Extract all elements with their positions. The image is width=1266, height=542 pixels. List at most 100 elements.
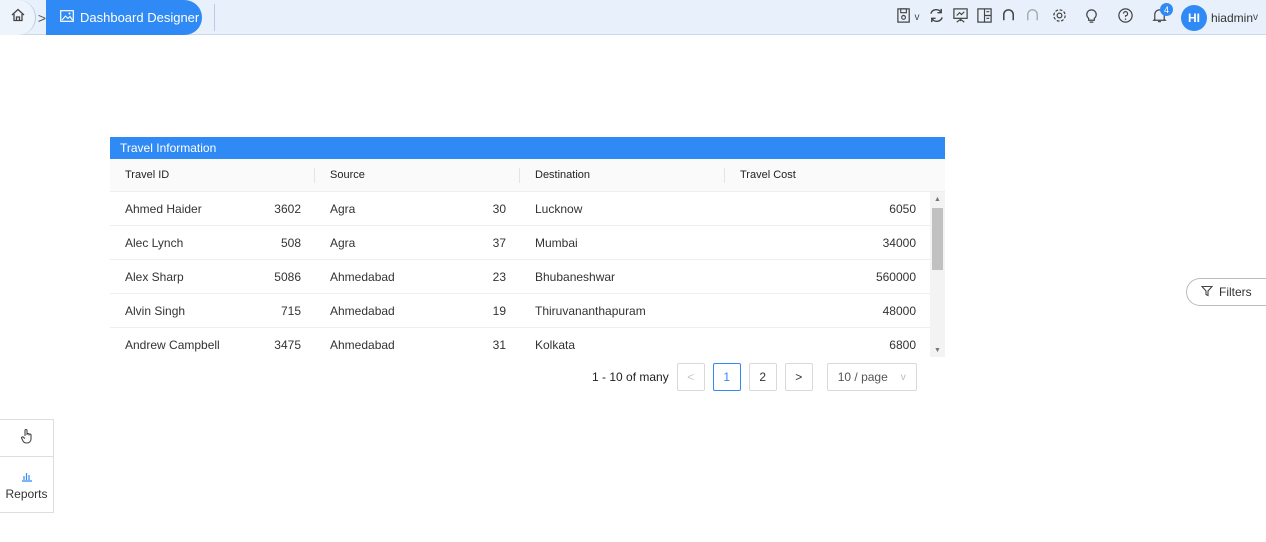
travel-information-widget: Travel Information Travel ID Source Dest… [110, 137, 945, 357]
save-dropdown-button[interactable]: v [891, 0, 925, 35]
layout-icon [976, 7, 993, 28]
traveler-name: Alex Sharp [125, 269, 184, 284]
refresh-icon [928, 7, 945, 28]
chevron-down-icon: v [914, 12, 920, 23]
help-icon [1117, 7, 1134, 28]
scroll-down-arrow-icon[interactable]: ▼ [930, 343, 945, 357]
traveler-name: Alvin Singh [125, 303, 186, 318]
redo-button[interactable] [1021, 0, 1045, 35]
help-button[interactable] [1109, 0, 1143, 35]
filters-button[interactable]: Filters [1186, 278, 1266, 306]
bar-chart-icon [21, 470, 33, 485]
avatar: HI [1180, 4, 1207, 31]
travel-id: 3475 [274, 337, 301, 352]
page-2-button[interactable]: 2 [748, 363, 777, 391]
lightbulb-icon [1083, 7, 1100, 28]
interaction-button[interactable] [0, 420, 53, 457]
destination: Mumbai [535, 235, 578, 250]
column-header-travel-id[interactable]: Travel ID [110, 159, 315, 192]
page-1-button[interactable]: 1 [712, 363, 741, 391]
source: Ahmedabad [330, 269, 395, 284]
hand-pointer-icon [20, 428, 34, 449]
table-body: Ahmed Haider 3602 Agra 30 Lucknow 6050 A… [110, 192, 945, 357]
gear-icon [1051, 7, 1068, 28]
reports-label: Reports [5, 486, 48, 501]
breadcrumb-label: Dashboard Designer [80, 10, 200, 25]
travel-id: 3602 [274, 201, 301, 216]
chevron-down-icon: v [1253, 12, 1258, 23]
chevron-left-icon: < [687, 370, 695, 384]
pagination: 1 - 10 of many < 1 2 > 10 / page v [592, 362, 917, 392]
travel-cost: 560000 [875, 269, 916, 284]
source-number: 37 [492, 235, 506, 250]
column-header-destination[interactable]: Destination [520, 159, 725, 192]
breadcrumb-dashboard-designer[interactable]: Dashboard Designer [46, 0, 202, 35]
widget-title: Travel Information [110, 137, 945, 159]
chevron-down-icon: v [900, 371, 906, 383]
save-icon [896, 7, 913, 28]
travel-cost: 6800 [889, 337, 916, 352]
column-header-source[interactable]: Source [315, 159, 520, 192]
ideas-button[interactable] [1075, 0, 1109, 35]
chevron-right-icon: > [37, 9, 47, 26]
travel-cost: 6050 [889, 201, 916, 216]
next-page-button[interactable]: > [784, 363, 813, 391]
presentation-icon [952, 7, 969, 28]
table-row[interactable]: Andrew Campbell 3475 Ahmedabad 31 Kolkat… [110, 328, 945, 357]
undo-icon [1000, 7, 1017, 28]
table-scrollbar[interactable]: ▲ ▼ [930, 192, 945, 357]
scroll-up-arrow-icon[interactable]: ▲ [930, 192, 945, 206]
source-number: 30 [492, 201, 506, 216]
layout-button[interactable] [973, 0, 997, 35]
left-tool-panel: Reports [0, 419, 54, 513]
filters-label: Filters [1219, 285, 1252, 299]
settings-button[interactable] [1045, 0, 1075, 35]
traveler-name: Ahmed Haider [125, 201, 202, 216]
undo-button[interactable] [997, 0, 1021, 35]
table-row[interactable]: Alec Lynch 508 Agra 37 Mumbai 34000 [110, 226, 945, 260]
destination: Thiruvananthapuram [535, 303, 646, 318]
presentation-button[interactable] [949, 0, 973, 35]
user-menu[interactable]: HI hiadmin v [1177, 0, 1266, 35]
redo-icon [1024, 7, 1041, 28]
source: Agra [330, 201, 356, 216]
destination: Bhubaneshwar [535, 269, 616, 284]
scrollbar-thumb[interactable] [932, 208, 943, 270]
notification-badge: 4 [1159, 3, 1173, 16]
filter-icon [1200, 285, 1214, 300]
source-number: 31 [492, 337, 506, 352]
column-header-travel-cost[interactable]: Travel Cost [725, 159, 930, 192]
source: Ahmedabad [330, 303, 395, 318]
notifications-button[interactable]: 4 [1143, 0, 1177, 35]
top-bar: > Dashboard Designer v 4 HI hiadmin v [0, 0, 1266, 35]
page-size-value: 10 / page [837, 370, 888, 384]
chevron-right-icon: > [795, 370, 803, 384]
prev-page-button[interactable]: < [676, 363, 705, 391]
breadcrumb-divider [214, 4, 215, 31]
page-size-select[interactable]: 10 / page v [826, 363, 917, 391]
travel-id: 5086 [274, 269, 301, 284]
table-row[interactable]: Ahmed Haider 3602 Agra 30 Lucknow 6050 [110, 192, 945, 226]
traveler-name: Andrew Campbell [125, 337, 220, 352]
destination: Kolkata [535, 337, 576, 352]
table-header: Travel ID Source Destination Travel Cost [110, 159, 945, 192]
source-number: 19 [492, 303, 506, 318]
source-number: 23 [492, 269, 506, 284]
user-name: hiadmin [1210, 10, 1253, 25]
source: Agra [330, 235, 356, 250]
home-icon [10, 7, 26, 28]
image-icon [60, 10, 74, 25]
travel-cost: 34000 [882, 235, 916, 250]
source: Ahmedabad [330, 337, 395, 352]
toolbar: v 4 HI hiadmin v [891, 0, 1266, 35]
reports-button[interactable]: Reports [0, 457, 53, 513]
travel-id: 715 [280, 303, 301, 318]
traveler-name: Alec Lynch [125, 235, 184, 250]
pagination-summary: 1 - 10 of many [592, 370, 669, 384]
travel-id: 508 [280, 235, 301, 250]
table-row[interactable]: Alvin Singh 715 Ahmedabad 19 Thiruvanant… [110, 294, 945, 328]
table-row[interactable]: Alex Sharp 5086 Ahmedabad 23 Bhubaneshwa… [110, 260, 945, 294]
destination: Lucknow [535, 201, 583, 216]
refresh-button[interactable] [925, 0, 949, 35]
travel-cost: 48000 [882, 303, 916, 318]
